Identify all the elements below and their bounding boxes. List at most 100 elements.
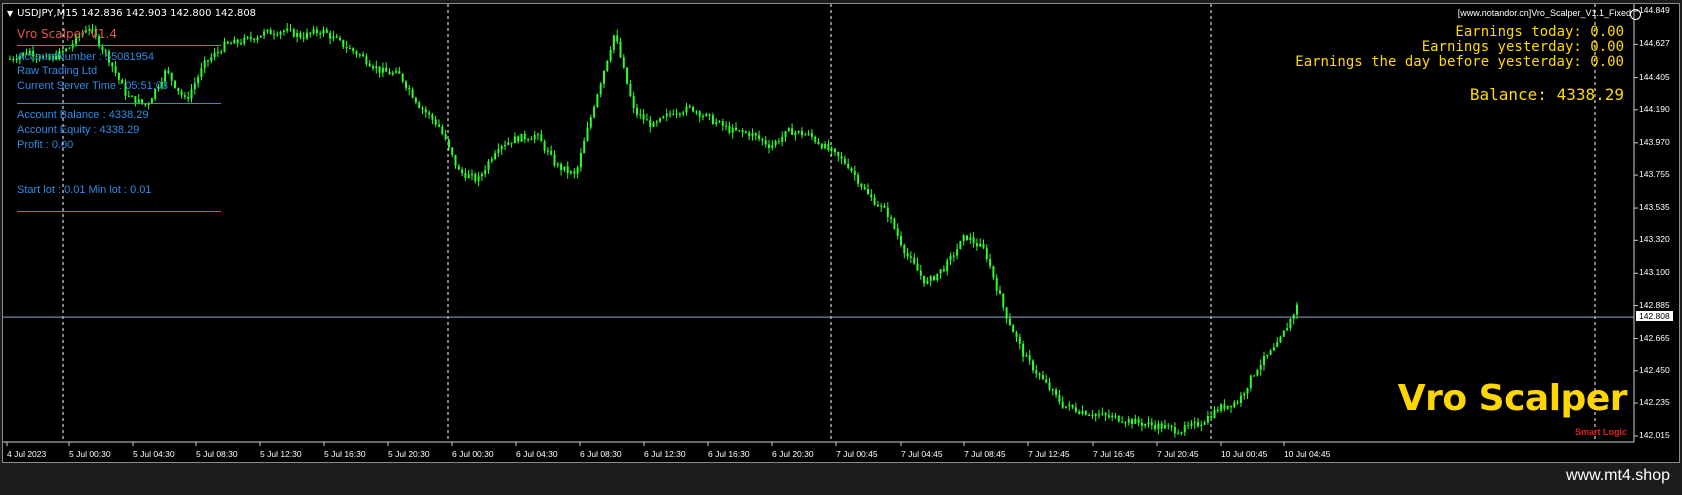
candle-body — [926, 280, 929, 284]
candle-body — [388, 71, 391, 75]
candle-body — [190, 89, 193, 99]
candle-body — [1071, 404, 1074, 408]
candle-body — [959, 241, 962, 250]
candle-body — [1269, 350, 1272, 355]
separator — [17, 103, 221, 104]
candle-body — [1183, 425, 1186, 433]
candle-body — [1190, 423, 1193, 426]
candle-body — [744, 131, 747, 133]
menu-triangle-icon[interactable]: ▼ — [7, 9, 13, 18]
candle-body — [358, 54, 361, 56]
candle-body — [748, 132, 751, 137]
candle-body — [1028, 355, 1031, 361]
candle-body — [982, 243, 985, 248]
candle-body — [708, 114, 711, 116]
candle-body — [1038, 373, 1041, 376]
account-number: AccountNumber : 55081954 — [17, 51, 154, 63]
candle-body — [226, 41, 229, 44]
candle-body — [1051, 389, 1054, 391]
candle-body — [1144, 424, 1147, 426]
candle-body — [995, 277, 998, 291]
candle-body — [827, 143, 830, 151]
server-name: Raw Trading Ltd — [17, 65, 98, 77]
candle-body — [322, 29, 325, 34]
candle-body — [329, 32, 332, 39]
candle-body — [616, 35, 619, 42]
candle-body — [952, 255, 955, 257]
candle-body — [589, 117, 592, 128]
candle-body — [497, 149, 500, 154]
candle-body — [451, 147, 454, 155]
candle-body — [962, 235, 965, 242]
candle-body — [372, 66, 374, 69]
time-tick-label: 5 Jul 04:30 — [133, 449, 175, 459]
candle-body — [490, 158, 493, 162]
candle-body — [457, 166, 460, 170]
candle-body — [870, 194, 873, 198]
candle-body — [408, 87, 411, 90]
candle-body — [629, 83, 632, 96]
candle-body — [312, 29, 315, 34]
candle-body — [345, 46, 348, 49]
candle-body — [972, 237, 975, 244]
candle-body — [979, 243, 982, 247]
candle-body — [203, 60, 206, 69]
candle-body — [645, 119, 648, 121]
candle-body — [850, 168, 853, 172]
candle-body — [1263, 356, 1265, 366]
candle-body — [170, 72, 173, 81]
candle-body — [817, 141, 820, 145]
candle-body — [847, 163, 850, 169]
candle-body — [843, 158, 846, 164]
candle-body — [873, 197, 876, 205]
candle-body — [342, 39, 345, 47]
chart-window[interactable]: ▼ USDJPY,M15 142.836 142.903 142.800 142.… — [2, 3, 1680, 463]
time-tick-label: 5 Jul 12:30 — [260, 449, 302, 459]
candle-body — [375, 66, 378, 69]
candle-body — [391, 72, 394, 75]
candle-body — [223, 41, 226, 52]
candle-body — [414, 97, 417, 103]
candle-body — [306, 32, 308, 39]
candle-body — [860, 183, 863, 188]
candle-body — [560, 164, 563, 170]
candle-body — [1216, 409, 1219, 411]
candle-body — [309, 32, 312, 34]
time-tick-label: 6 Jul 20:30 — [772, 449, 814, 459]
candle-body — [801, 130, 803, 136]
candle-body — [1032, 360, 1034, 371]
time-tick-label: 5 Jul 08:30 — [196, 449, 238, 459]
price-tick-label: 142.015 — [1639, 430, 1670, 440]
candle-body — [992, 266, 995, 278]
footer-url[interactable]: www.mt4.shop — [1566, 467, 1670, 485]
candle-body — [484, 170, 487, 175]
candle-body — [233, 39, 236, 44]
candle-body — [1061, 401, 1064, 408]
candle-body — [886, 207, 889, 217]
candle-body — [652, 122, 655, 127]
candle-body — [474, 174, 477, 182]
candle-body — [576, 167, 579, 174]
candle-body — [1167, 425, 1170, 427]
candle-body — [913, 257, 916, 264]
candle-body — [903, 245, 906, 254]
candle-body — [1101, 413, 1104, 415]
candle-body — [325, 29, 328, 33]
candle-body — [857, 174, 860, 184]
candle-body — [213, 52, 216, 58]
time-tick-label: 6 Jul 04:30 — [516, 449, 558, 459]
lot-info: Start lot : 0.01 Min lot : 0.01 — [17, 184, 152, 196]
candle-body — [299, 33, 302, 38]
candle-body — [942, 269, 945, 272]
candle-body — [705, 114, 708, 116]
candle-body — [794, 132, 797, 135]
candle-body — [240, 43, 242, 45]
candle-body — [1170, 425, 1173, 427]
candle-body — [975, 243, 978, 247]
candle-body — [949, 255, 952, 261]
candle-body — [1210, 415, 1213, 418]
candle-body — [919, 270, 922, 276]
candle-body — [636, 107, 638, 115]
candle-body — [768, 144, 770, 148]
candle-body — [688, 106, 691, 108]
